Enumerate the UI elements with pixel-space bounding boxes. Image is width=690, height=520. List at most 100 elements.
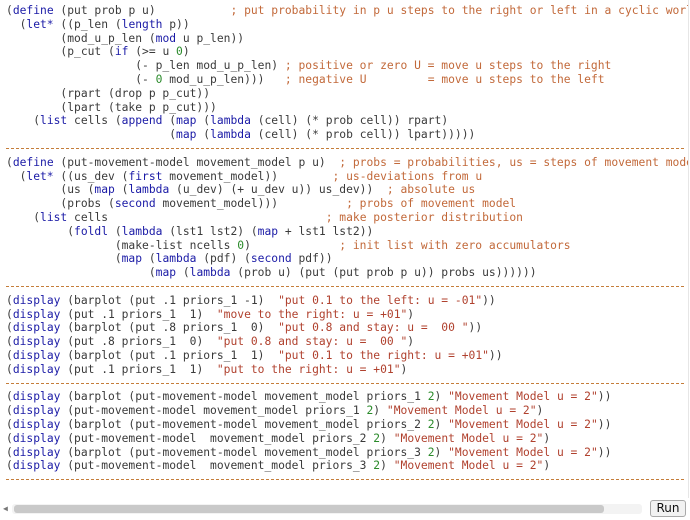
- code-token: (probs (: [6, 197, 115, 211]
- code-line[interactable]: (display (barplot (put-movement-model mo…: [6, 390, 688, 404]
- code-token: ): [434, 417, 449, 431]
- code-token-kw: lambda: [121, 224, 163, 238]
- code-token-kw: display: [12, 417, 61, 431]
- code-token: (barplot (put-movement-model movement_mo…: [60, 417, 428, 431]
- code-line[interactable]: (display (barplot (put .1 priors_1 -1) "…: [6, 294, 688, 308]
- code-token: ): [543, 431, 551, 445]
- code-line[interactable]: (display (put-movement-model movement_mo…: [6, 459, 688, 473]
- code-token: ): [536, 404, 544, 418]
- code-line[interactable]: (rpart (drop p p_cut)): [6, 87, 688, 101]
- code-token: (put .1 priors_1 1): [60, 307, 217, 321]
- code-token: u p_len)): [176, 31, 245, 45]
- code-token: ): [407, 307, 415, 321]
- code-token-kw: second: [250, 252, 292, 266]
- code-token: (: [162, 114, 177, 128]
- code-line[interactable]: (display (barplot (put .1 priors_1 1) "p…: [6, 349, 688, 363]
- code-token-kw: lambda: [210, 128, 251, 142]
- code-line[interactable]: (- p_len mod_u_p_len) ; positive or zero…: [6, 59, 688, 73]
- code-line[interactable]: (define (put-movement-model movement_mod…: [6, 156, 688, 170]
- code-line[interactable]: (mod_u_p_len (mod u p_len)): [6, 32, 688, 46]
- scrollbar-thumb[interactable]: [14, 505, 604, 513]
- code-token: (: [6, 114, 41, 128]
- code-token-kw: mod: [155, 31, 177, 45]
- code-token-com: ; probs = probabilities, us = steps of m…: [339, 155, 689, 169]
- code-token: (: [6, 4, 13, 17]
- code-token-com: ; positive or zero U = move u steps to t…: [284, 59, 612, 73]
- code-token: ): [407, 335, 415, 349]
- code-token-com: ; negative U = move u steps to the left: [284, 72, 605, 86]
- run-button[interactable]: Run: [650, 500, 686, 517]
- code-line[interactable]: (map (lambda (cell) (* prob cell)) lpart…: [6, 128, 688, 142]
- code-token-kw: lambda: [210, 114, 251, 128]
- code-token-kw: map: [121, 252, 143, 266]
- code-token-kw: display: [12, 348, 61, 362]
- code-token: (pdf) (: [196, 252, 251, 266]
- code-token-str: "Movement Model u = 2": [393, 459, 544, 473]
- code-token: p)): [162, 17, 190, 31]
- code-token: (: [6, 307, 13, 321]
- code-token: (make-list ncells: [6, 238, 238, 252]
- code-line[interactable]: (list cells ; make posterior distributio…: [6, 211, 688, 225]
- code-token: (mod_u_p_len (: [6, 31, 156, 45]
- code-token: ((us_dev (: [53, 169, 129, 183]
- code-token-com: ; init list with zero accumulators: [339, 238, 571, 252]
- code-line[interactable]: (list cells (append (map (lambda (cell) …: [6, 114, 688, 128]
- code-token-str: "put to the right: u = +01": [216, 362, 401, 376]
- code-token: ): [434, 390, 449, 404]
- code-line[interactable]: (display (put .1 priors_1 1) "put to the…: [6, 363, 688, 377]
- code-token: movement_model)): [162, 169, 333, 183]
- code-token: (barplot (put .1 priors_1 -1): [60, 293, 279, 307]
- code-token-kw: foldl: [74, 224, 109, 238]
- code-line[interactable]: (make-list ncells 0) ; init list with ze…: [6, 239, 688, 253]
- code-line[interactable]: (map (lambda (prob u) (put (put prob p u…: [6, 266, 688, 280]
- code-token-kw: map: [94, 183, 115, 197]
- code-token: (put-movement-model movement_model prior…: [60, 459, 374, 473]
- code-line[interactable]: (display (put .8 priors_1 0) "put 0.8 an…: [6, 335, 688, 349]
- code-editor[interactable]: (define (put prob p u) ; put probability…: [0, 0, 689, 498]
- code-line[interactable]: (display (put .1 priors_1 1) "move to th…: [6, 308, 688, 322]
- code-token-num: 2: [427, 390, 435, 404]
- code-line[interactable]: (display (barplot (put .8 priors_1 0) "p…: [6, 321, 688, 335]
- code-token: (: [6, 321, 13, 335]
- code-token-str: "put 0.8 and stay: u = 00 ": [278, 321, 469, 335]
- code-token-kw: display: [12, 362, 61, 376]
- code-token-com: ; probs of movement model: [346, 197, 517, 211]
- code-token-com: ; put probability in p u steps to the ri…: [230, 4, 689, 17]
- code-line[interactable]: (let* ((p_len (length p)): [6, 18, 688, 32]
- code-token: (: [6, 390, 13, 404]
- code-line[interactable]: (p_cut (if (>= u 0): [6, 45, 688, 59]
- code-token-kw: display: [12, 293, 61, 307]
- code-line[interactable]: (us (map (lambda (u_dev) (+ u_dev u)) us…: [6, 183, 688, 197]
- code-token-num: 2: [427, 445, 435, 459]
- horizontal-scrollbar[interactable]: [12, 504, 642, 514]
- code-token-kw: lambda: [189, 266, 231, 280]
- code-line[interactable]: (- 0 mod_u_p_len))) ; negative U = move …: [6, 73, 688, 87]
- code-line[interactable]: (foldl (lambda (lst1 lst2) (map + lst1 l…: [6, 225, 688, 239]
- code-token: (: [6, 362, 13, 376]
- code-content[interactable]: (define (put prob p u) ; put probability…: [0, 0, 688, 487]
- code-line[interactable]: (display (barplot (put-movement-model mo…: [6, 446, 688, 460]
- code-token: (p_cut (: [6, 45, 115, 59]
- code-token: (: [6, 431, 13, 445]
- code-line[interactable]: (probs (second movement_model))) ; probs…: [6, 197, 688, 211]
- code-token: (: [6, 335, 13, 349]
- code-line[interactable]: (display (put-movement-model movement_mo…: [6, 404, 688, 418]
- code-token-str: "put 0.1 to the right: u = +01": [278, 348, 489, 362]
- code-token-num: 2: [427, 417, 435, 431]
- code-line[interactable]: (let* ((us_dev (first movement_model)) ;…: [6, 170, 688, 184]
- code-token: (lst1 lst2) (: [162, 224, 258, 238]
- code-token-kw: display: [12, 321, 61, 335]
- scroll-left-icon[interactable]: ◀: [3, 504, 8, 513]
- code-token: (: [6, 417, 13, 431]
- code-token-kw: let*: [26, 169, 54, 183]
- code-line[interactable]: (display (put-movement-model movement_mo…: [6, 432, 688, 446]
- code-line[interactable]: (define (put prob p u) ; put probability…: [6, 4, 688, 18]
- code-token: (u_dev) (+ u_dev u)) us_dev)): [169, 183, 387, 197]
- code-token: (put-movement-model movement_model prior…: [60, 431, 374, 445]
- code-token: )): [468, 321, 483, 335]
- code-token: (: [6, 348, 13, 362]
- code-token: cells: [67, 210, 326, 224]
- code-line[interactable]: (lpart (take p p_cut))): [6, 101, 688, 115]
- code-line[interactable]: (map (lambda (pdf) (second pdf)): [6, 252, 688, 266]
- code-line[interactable]: (display (barplot (put-movement-model mo…: [6, 418, 688, 432]
